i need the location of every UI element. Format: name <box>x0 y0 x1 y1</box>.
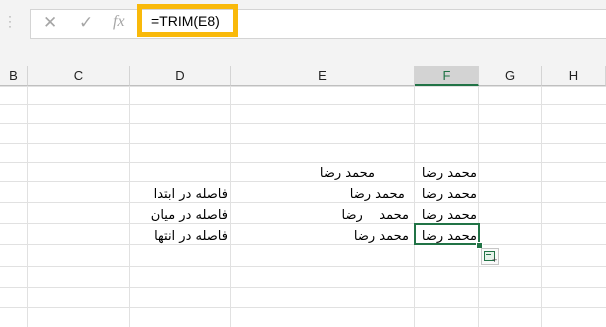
cell-d7[interactable]: فاصله در ابتدا <box>131 184 228 205</box>
cancel-icon[interactable]: ✕ <box>43 13 57 33</box>
column-header-c[interactable]: C <box>28 66 130 86</box>
selected-cell-border <box>414 223 480 245</box>
formula-text: =TRIM(E8) <box>151 13 220 29</box>
column-header-e[interactable]: E <box>231 66 415 86</box>
cell-e9[interactable]: محمد رضا <box>232 226 409 247</box>
cell-f6[interactable]: محمد رضا <box>416 163 477 184</box>
cell-e8[interactable]: محمد رضا <box>232 205 409 226</box>
cell-e6[interactable]: محمد رضا <box>232 163 375 184</box>
column-header-f[interactable]: F <box>415 66 479 86</box>
cell-d8[interactable]: فاصله در میان <box>131 205 228 226</box>
paste-options-icon[interactable]: + <box>481 248 499 265</box>
column-header-b[interactable]: B <box>0 66 28 86</box>
cell-f7[interactable]: محمد رضا <box>416 184 477 205</box>
cell-e7[interactable]: محمد رضا <box>232 184 409 205</box>
formula-buttons: ✕ ✓ fx <box>30 9 140 39</box>
cell-d9[interactable]: فاصله در انتها <box>131 226 228 247</box>
function-icon[interactable]: fx <box>113 13 125 31</box>
formula-bar: · · · ✕ ✓ fx =TRIM(E8) <box>0 0 606 67</box>
column-header-d[interactable]: D <box>130 66 231 86</box>
enter-icon[interactable]: ✓ <box>79 13 93 33</box>
options-dots-icon[interactable]: · · · <box>8 10 14 32</box>
column-header-g[interactable]: G <box>479 66 542 86</box>
column-header-h[interactable]: H <box>542 66 606 86</box>
